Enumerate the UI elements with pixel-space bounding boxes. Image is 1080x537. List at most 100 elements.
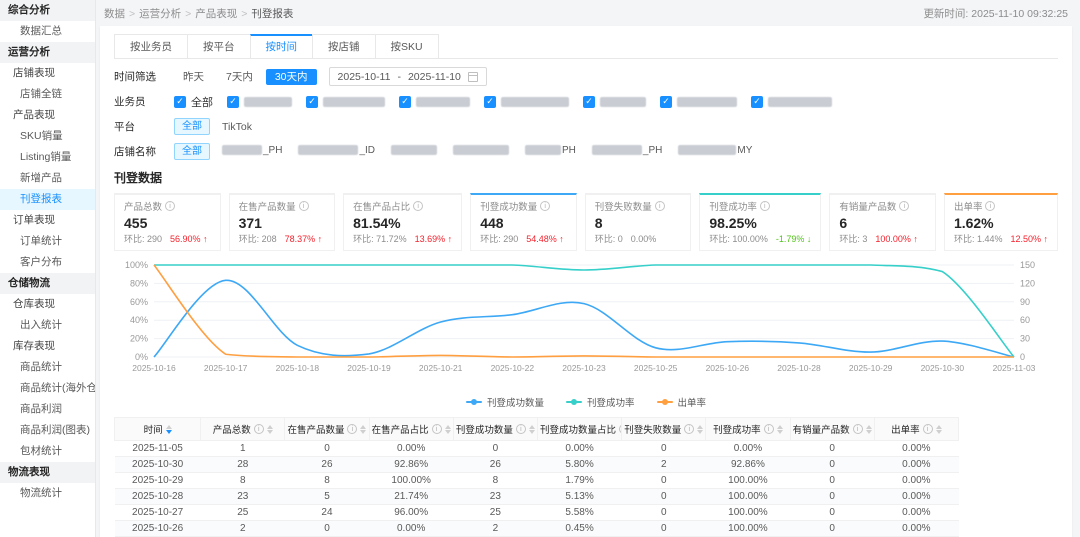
metric-card[interactable]: 出单率 i 1.62% 环比: 1.44% 12.50% ↑ — [943, 193, 1058, 251]
checkbox-checked-icon[interactable]: ✓ — [227, 95, 239, 108]
sidebar-item[interactable]: Listing销量 — [0, 147, 95, 168]
shop-option[interactable]: _PH — [222, 145, 282, 156]
sort-icons[interactable] — [165, 424, 172, 434]
sort-desc-icon[interactable] — [528, 429, 535, 434]
shop-option[interactable] — [391, 145, 438, 156]
sidebar-item[interactable]: 仓储物流 — [0, 273, 95, 294]
sidebar-item[interactable]: 客户分布 — [0, 252, 95, 273]
time-range-option[interactable]: 30天内 — [265, 69, 317, 85]
sidebar-item[interactable]: 刊登报表 — [0, 189, 95, 210]
shop-option[interactable]: _ID — [298, 145, 375, 156]
legend-item[interactable]: 出单率 — [656, 395, 706, 409]
shop-option[interactable]: _PH — [591, 145, 662, 156]
date-range-input[interactable]: 2025-10-11 - 2025-11-10 — [328, 67, 487, 86]
column-header[interactable]: 刊登失败数量 i — [621, 417, 707, 441]
salesman-option[interactable]: ✓ — [306, 95, 385, 108]
sidebar-item[interactable]: 包材统计 — [0, 441, 95, 462]
sidebar-item[interactable]: 商品利润(图表) — [0, 420, 95, 441]
sort-asc-icon[interactable] — [776, 424, 783, 429]
sidebar-item[interactable]: 商品统计(海外仓) — [0, 378, 95, 399]
column-header[interactable]: 刊登成功率 i — [705, 417, 791, 441]
sidebar-item[interactable]: 商品利润 — [0, 399, 95, 420]
tab[interactable]: 按店铺 — [312, 34, 375, 58]
tab[interactable]: 按平台 — [187, 34, 250, 58]
sidebar-item[interactable]: 新增产品 — [0, 168, 95, 189]
metric-card[interactable]: 刊登成功率 i 98.25% 环比: 100.00% -1.79% ↓ — [699, 193, 822, 251]
legend-item[interactable]: 刊登成功数量 — [465, 395, 544, 409]
column-header[interactable]: 在售产品占比 i — [368, 417, 454, 441]
checkbox-checked-icon[interactable]: ✓ — [660, 95, 672, 108]
sort-icons[interactable] — [865, 424, 872, 434]
column-header[interactable]: 产品总数 i — [200, 417, 286, 441]
sidebar-item[interactable]: SKU销量 — [0, 126, 95, 147]
column-header[interactable]: 在售产品数量 i — [284, 417, 370, 441]
column-header[interactable]: 刊登成功数量 i — [452, 417, 538, 441]
salesman-option[interactable]: ✓ — [399, 95, 470, 108]
tab[interactable]: 按时间 — [249, 34, 312, 58]
time-range-option[interactable]: 7天内 — [217, 69, 262, 85]
sort-asc-icon[interactable] — [165, 424, 172, 429]
sidebar-item[interactable]: 数据汇总 — [0, 21, 95, 42]
sidebar-item[interactable]: 物流表现 — [0, 462, 95, 483]
salesman-option[interactable]: ✓ — [751, 95, 832, 108]
checkbox-checked-icon[interactable]: ✓ — [583, 95, 595, 108]
sidebar-item[interactable]: 仓库表现 — [0, 294, 95, 315]
sort-icons[interactable] — [444, 424, 451, 434]
column-header[interactable]: 出单率 i — [873, 417, 960, 441]
tab[interactable]: 按SKU — [374, 34, 439, 58]
legend-item[interactable]: 刊登成功率 — [565, 395, 635, 409]
checkbox-checked-icon[interactable]: ✓ — [751, 95, 763, 108]
shop-option[interactable]: MY — [678, 145, 752, 156]
sort-icons[interactable] — [697, 424, 704, 434]
sort-icons[interactable] — [528, 424, 535, 434]
sidebar-item[interactable]: 店铺表现 — [0, 63, 95, 84]
sidebar-item[interactable]: 出入统计 — [0, 315, 95, 336]
salesman-option[interactable]: ✓ — [227, 95, 292, 108]
sort-icons[interactable] — [935, 424, 942, 434]
sidebar-item[interactable]: 店铺全链 — [0, 84, 95, 105]
shop-option[interactable]: PH — [525, 145, 576, 156]
sidebar-item[interactable]: 订单统计 — [0, 231, 95, 252]
breadcrumb-item[interactable]: 数据 — [104, 8, 125, 20]
breadcrumb-item[interactable]: 产品表现 — [195, 8, 237, 20]
sort-icons[interactable] — [776, 424, 783, 434]
sort-desc-icon[interactable] — [165, 429, 172, 434]
salesman-option[interactable]: ✓ — [583, 95, 646, 108]
metric-card[interactable]: 在售产品数量 i 371 环比: 208 78.37% ↑ — [228, 193, 336, 251]
shop-option[interactable] — [453, 145, 510, 156]
sidebar-item[interactable]: 产品表现 — [0, 105, 95, 126]
sort-icons[interactable] — [360, 424, 367, 434]
tab[interactable]: 按业务员 — [114, 34, 187, 58]
sort-desc-icon[interactable] — [865, 429, 872, 434]
column-header[interactable]: 有销量产品数 i — [789, 417, 875, 441]
column-header[interactable]: 刊登成功数量占比i — [536, 417, 623, 441]
shop-all-tag[interactable]: 全部 — [174, 143, 210, 160]
time-range-option[interactable]: 昨天 — [174, 69, 213, 85]
sidebar-item[interactable]: 订单表现 — [0, 210, 95, 231]
sort-asc-icon[interactable] — [528, 424, 535, 429]
sidebar-item[interactable]: 商品统计 — [0, 357, 95, 378]
sort-desc-icon[interactable] — [697, 429, 704, 434]
sort-desc-icon[interactable] — [935, 429, 942, 434]
checkbox-checked-icon[interactable]: ✓ — [306, 95, 318, 108]
checkbox-checked-icon[interactable]: ✓ — [484, 95, 496, 108]
metric-card[interactable]: 刊登成功数量 i 448 环比: 290 54.48% ↑ — [470, 193, 577, 251]
sort-icons[interactable] — [266, 424, 273, 434]
metric-card[interactable]: 刊登失败数量 i 8 环比: 0 0.00% — [584, 193, 692, 251]
sort-asc-icon[interactable] — [697, 424, 704, 429]
column-header[interactable]: 时间 — [113, 417, 202, 441]
sort-desc-icon[interactable] — [444, 429, 451, 434]
sort-desc-icon[interactable] — [776, 429, 783, 434]
sort-desc-icon[interactable] — [360, 429, 367, 434]
salesman-option[interactable]: ✓ 全部 — [174, 94, 213, 110]
sort-asc-icon[interactable] — [266, 424, 273, 429]
sort-asc-icon[interactable] — [444, 424, 451, 429]
sort-asc-icon[interactable] — [360, 424, 367, 429]
metric-card[interactable]: 产品总数 i 455 环比: 290 56.90% ↑ — [114, 193, 221, 251]
sidebar-item[interactable]: 运营分析 — [0, 42, 95, 63]
sort-asc-icon[interactable] — [865, 424, 872, 429]
breadcrumb-item[interactable]: 运营分析 — [139, 8, 181, 20]
salesman-option[interactable]: ✓ — [484, 95, 569, 108]
checkbox-checked-icon[interactable]: ✓ — [174, 95, 186, 108]
sort-asc-icon[interactable] — [935, 424, 942, 429]
